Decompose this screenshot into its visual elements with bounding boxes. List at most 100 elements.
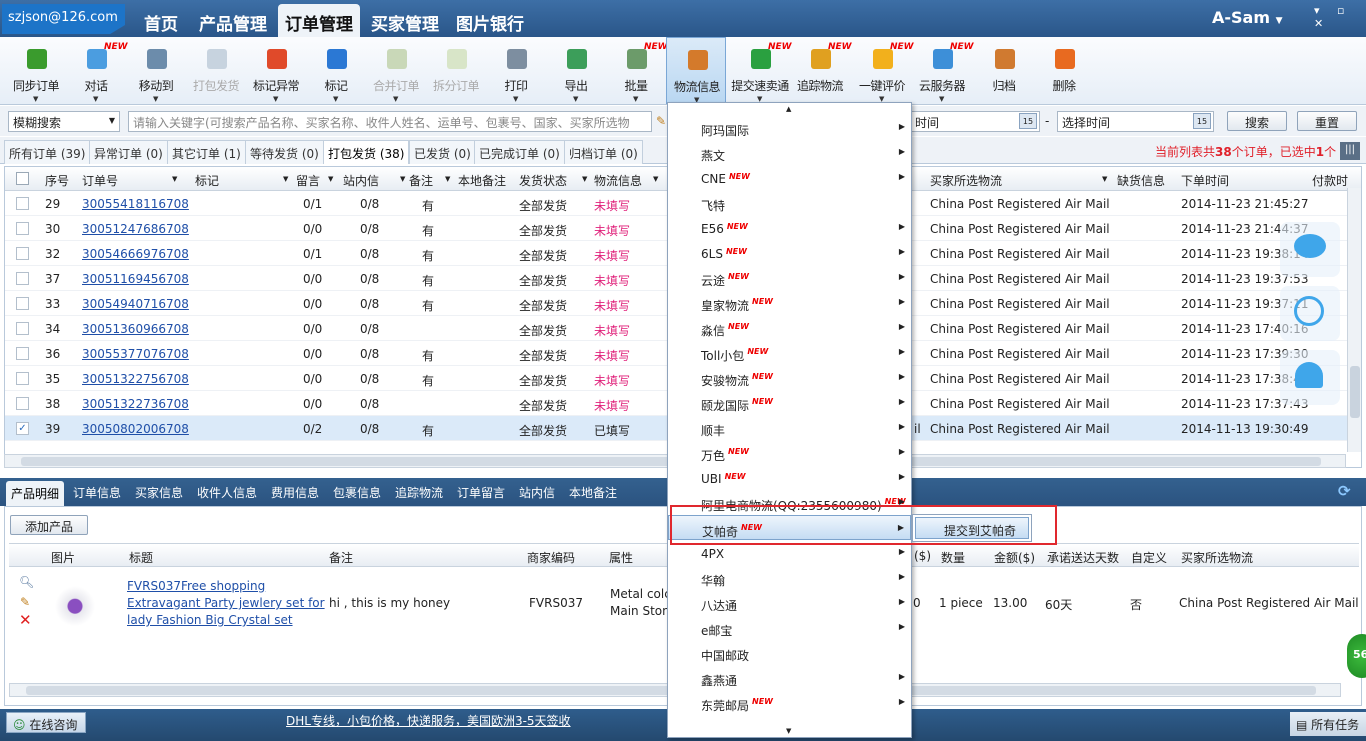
search-button[interactable]: 搜索 bbox=[1227, 111, 1287, 131]
col-header[interactable]: 物流信息 bbox=[594, 172, 642, 189]
toolbar-submit-arrow-button[interactable]: NEW 提交速卖通 ▼ bbox=[730, 37, 791, 104]
menu-item[interactable]: 鑫燕通 ▶ bbox=[668, 665, 911, 690]
chat-float-button[interactable] bbox=[1280, 222, 1340, 277]
toolbar-cloud-button[interactable]: NEW 云服务器 ▼ bbox=[912, 37, 974, 104]
row-checkbox[interactable] bbox=[16, 397, 29, 410]
tab-all-orders[interactable]: 所有订单 (39) bbox=[4, 140, 91, 164]
menu-item[interactable]: 6LS NEW ▶ bbox=[668, 240, 911, 265]
menu-item[interactable]: 皇家物流 NEW ▶ bbox=[668, 290, 911, 315]
row-order-link[interactable]: 30051322756708 bbox=[82, 372, 189, 386]
tab-buyer-info[interactable]: 买家信息 bbox=[135, 484, 183, 501]
menu-scroll-down-icon[interactable]: ▼ bbox=[786, 727, 791, 735]
sort-dropdown-icon[interactable]: ▼ bbox=[283, 175, 288, 183]
product-thumbnail[interactable] bbox=[55, 575, 95, 627]
calendar-icon[interactable]: 15 bbox=[1193, 113, 1211, 129]
alarm-float-button[interactable] bbox=[1280, 286, 1340, 341]
row-checkbox[interactable] bbox=[16, 222, 29, 235]
col-header[interactable]: 标记 bbox=[195, 172, 219, 189]
menu-item[interactable]: 安骏物流 NEW ▶ bbox=[668, 365, 911, 390]
tab-archived[interactable]: 归档订单 (0) bbox=[564, 140, 643, 164]
row-order-link[interactable]: 30051169456708 bbox=[82, 272, 189, 286]
chevron-down-icon[interactable]: ▼ bbox=[273, 95, 278, 103]
tab-fee-info[interactable]: 费用信息 bbox=[271, 484, 319, 501]
row-checkbox[interactable] bbox=[16, 272, 29, 285]
row-checkbox[interactable] bbox=[16, 372, 29, 385]
tab-other-orders[interactable]: 其它订单 (1) bbox=[167, 140, 246, 164]
col-header[interactable]: 备注 bbox=[409, 172, 433, 189]
toolbar-logistics-pen-button[interactable]: 物流信息 ▼ bbox=[666, 37, 726, 104]
tab-inbox[interactable]: 站内信 bbox=[519, 484, 555, 501]
row-order-link[interactable]: 30054666976708 bbox=[82, 247, 189, 261]
bell-float-button[interactable] bbox=[1280, 350, 1340, 405]
column-settings-icon[interactable]: ||| bbox=[1340, 142, 1360, 160]
reset-button[interactable]: 重置 bbox=[1297, 111, 1357, 131]
sort-dropdown-icon[interactable]: ▼ bbox=[1102, 175, 1107, 183]
toolbar-blue-flag-button[interactable]: 标记 ▼ bbox=[306, 37, 366, 104]
sort-dropdown-icon[interactable]: ▼ bbox=[400, 175, 405, 183]
row-order-link[interactable]: 30055377076708 bbox=[82, 347, 189, 361]
all-tasks-button[interactable]: ▤ 所有任务 bbox=[1290, 712, 1366, 736]
account-label[interactable]: szjson@126.com bbox=[2, 4, 125, 34]
scroll-thumb[interactable] bbox=[1350, 366, 1360, 418]
col-header[interactable]: 付款时 bbox=[1312, 172, 1348, 189]
col-header[interactable]: 本地备注 bbox=[458, 172, 506, 189]
col-header[interactable]: 订单号 bbox=[82, 172, 118, 189]
chevron-down-icon[interactable]: ▼ bbox=[939, 95, 944, 103]
chevron-down-icon[interactable]: ▼ bbox=[153, 95, 158, 103]
menu-item[interactable]: E56 NEW ▶ bbox=[668, 215, 911, 240]
menu-item[interactable]: 阿玛国际 ▶ bbox=[668, 115, 911, 140]
col-header[interactable]: 发货状态 bbox=[519, 172, 567, 189]
select-all-checkbox[interactable] bbox=[16, 172, 29, 185]
sort-dropdown-icon[interactable]: ▼ bbox=[653, 175, 658, 183]
menu-item[interactable]: CNE NEW ▶ bbox=[668, 165, 911, 190]
menu-item[interactable]: 飞特 bbox=[668, 190, 911, 215]
dhl-ad-link[interactable]: DHL专线，小包价格，快递服务，美国欧洲3-5天签收 bbox=[286, 712, 571, 729]
menu-item[interactable]: 云途 NEW ▶ bbox=[668, 265, 911, 290]
chevron-down-icon[interactable]: ▼ bbox=[93, 95, 98, 103]
col-header[interactable]: 留言 bbox=[296, 172, 320, 189]
row-order-link[interactable]: 30051360966708 bbox=[82, 322, 189, 336]
tab-order-info[interactable]: 订单信息 bbox=[73, 484, 121, 501]
sort-dropdown-icon[interactable]: ▼ bbox=[328, 175, 333, 183]
sort-dropdown-icon[interactable]: ▼ bbox=[445, 175, 450, 183]
toolbar-split-button[interactable]: 拆分订单 bbox=[426, 37, 486, 104]
nav-images[interactable]: 图片银行 bbox=[452, 4, 528, 37]
row-checkbox[interactable]: ✓ bbox=[16, 422, 29, 435]
row-checkbox[interactable] bbox=[16, 297, 29, 310]
menu-item[interactable]: 八达通 ▶ bbox=[668, 590, 911, 615]
tab-track-logistics[interactable]: 追踪物流 bbox=[395, 484, 443, 501]
tab-local-notes[interactable]: 本地备注 bbox=[569, 484, 617, 501]
search-input[interactable]: 请输入关键字(可搜索产品名称、买家名称、收件人姓名、运单号、包裹号、国家、买家所… bbox=[128, 111, 652, 132]
menu-scroll-up-icon[interactable]: ▲ bbox=[786, 105, 791, 113]
tab-completed[interactable]: 已完成订单 (0) bbox=[474, 140, 565, 164]
toolbar-star-button[interactable]: NEW 一键评价 ▼ bbox=[852, 37, 914, 104]
row-checkbox[interactable] bbox=[16, 322, 29, 335]
toolbar-archive-button[interactable]: 归档 bbox=[974, 37, 1034, 104]
menu-item[interactable]: 顺丰 ▶ bbox=[668, 415, 911, 440]
nav-orders[interactable]: 订单管理 bbox=[278, 4, 360, 37]
toolbar-printer-button[interactable]: 打印 ▼ bbox=[486, 37, 546, 104]
col-header[interactable]: 下单时间 bbox=[1181, 172, 1229, 189]
tab-abnormal-orders[interactable]: 异常订单 (0) bbox=[89, 140, 168, 164]
row-order-link[interactable]: 30055418116708 bbox=[82, 197, 189, 211]
tab-recipient-info[interactable]: 收件人信息 bbox=[197, 484, 257, 501]
toolbar-red-flag-button[interactable]: 标记异常 ▼ bbox=[246, 37, 306, 104]
toolbar-package-button[interactable]: 打包发货 bbox=[186, 37, 246, 104]
chevron-down-icon[interactable]: ▼ bbox=[333, 95, 338, 103]
menu-item[interactable]: Toll小包 NEW ▶ bbox=[668, 340, 911, 365]
chevron-down-icon[interactable]: ▼ bbox=[573, 95, 578, 103]
menu-item[interactable]: 淼信 NEW ▶ bbox=[668, 315, 911, 340]
col-header[interactable]: 站内信 bbox=[343, 172, 379, 189]
row-order-link[interactable]: 30051322736708 bbox=[82, 397, 189, 411]
row-checkbox[interactable] bbox=[16, 247, 29, 260]
sort-dropdown-icon[interactable]: ▼ bbox=[582, 175, 587, 183]
nav-buyers[interactable]: 买家管理 bbox=[368, 4, 442, 37]
chevron-down-icon[interactable]: ▼ bbox=[633, 95, 638, 103]
tab-order-messages[interactable]: 订单留言 bbox=[457, 484, 505, 501]
row-order-link[interactable]: 30054940716708 bbox=[82, 297, 189, 311]
menu-item[interactable]: UBI NEW ▶ bbox=[668, 465, 911, 490]
magnify-icon[interactable]: 🔍︎ bbox=[19, 575, 34, 589]
menu-item[interactable]: e邮宝 ▶ bbox=[668, 615, 911, 640]
online-consult-button[interactable]: ☺ 在线咨询 bbox=[6, 712, 86, 733]
sort-dropdown-icon[interactable]: ▼ bbox=[172, 175, 177, 183]
